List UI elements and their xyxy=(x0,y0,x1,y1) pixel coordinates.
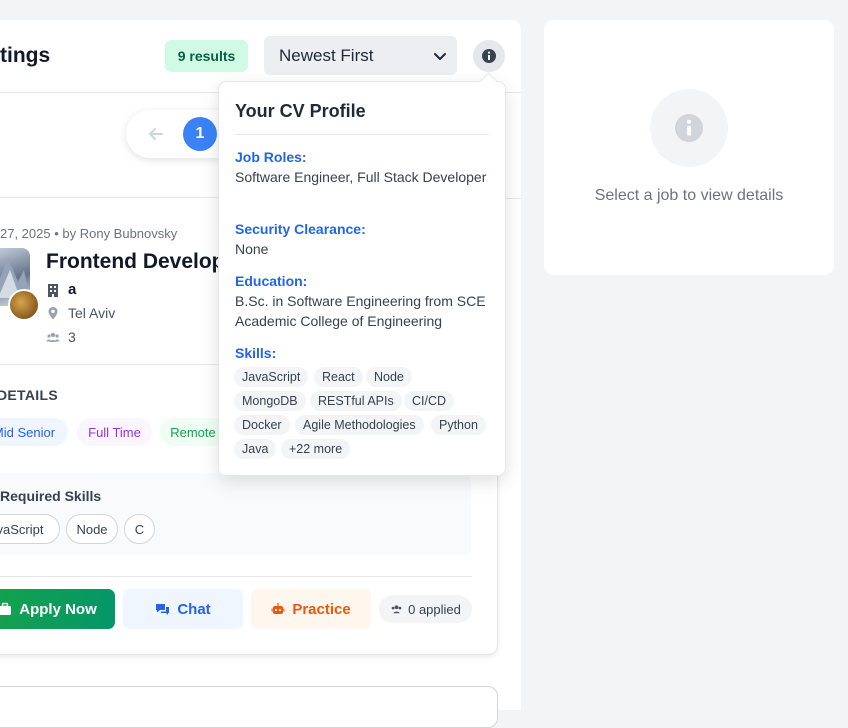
education-value: B.Sc. in Software Engineering from SCE A… xyxy=(235,293,486,329)
empty-state-text: Select a job to view details xyxy=(594,187,784,204)
details-section-label: DETAILS xyxy=(0,387,58,403)
chevron-down-icon xyxy=(434,53,446,60)
skill-chip: MongoDB xyxy=(234,391,306,411)
tag-employment-type: Full Time xyxy=(77,418,152,446)
applicants-row: 3 xyxy=(46,329,76,345)
poster-avatar xyxy=(8,289,40,321)
skill-chip: React xyxy=(314,367,363,387)
cv-profile-divider xyxy=(235,134,489,135)
job-posted-meta: 27, 2025 • by Rony Bubnovsky xyxy=(0,226,178,241)
required-skill-chip: vaScript xyxy=(0,514,60,544)
users-icon xyxy=(391,605,402,614)
skill-chip: Agile Methodologies xyxy=(295,415,424,435)
more-skills-chip[interactable]: +22 more xyxy=(281,439,351,459)
page-button-current[interactable]: 1 xyxy=(183,117,217,151)
job-title[interactable]: Frontend Develop xyxy=(46,250,225,274)
required-skill-chip: C xyxy=(124,514,155,544)
actions-divider xyxy=(0,576,472,577)
sort-selected-value: Newest First xyxy=(279,45,374,65)
practice-label: Practice xyxy=(292,600,351,618)
job-card-next[interactable] xyxy=(0,686,498,728)
job-roles-value: Software Engineer, Full Stack Developer xyxy=(235,169,487,185)
tag-seniority: Mid Senior xyxy=(0,418,68,446)
skill-chip: CI/CD xyxy=(404,391,455,411)
page-title: tings xyxy=(0,44,51,67)
security-clearance-value: None xyxy=(235,241,269,257)
required-skill-chip: Node xyxy=(66,514,118,544)
briefcase-icon xyxy=(0,602,12,615)
results-count-badge: 9 results xyxy=(165,40,248,72)
skill-chip: JavaScript xyxy=(234,367,309,387)
company-row: a xyxy=(46,281,76,298)
job-roles-label: Job Roles: xyxy=(235,149,307,165)
chat-button[interactable]: Chat xyxy=(123,589,243,629)
required-skills-box xyxy=(0,473,471,555)
skill-chip: Java xyxy=(234,439,277,459)
applied-count-label: 0 applied xyxy=(408,601,461,617)
empty-state-circle xyxy=(650,89,728,167)
sort-select[interactable]: Newest First xyxy=(264,36,457,75)
job-location: Tel Aviv xyxy=(68,305,116,321)
skill-chip: Python xyxy=(431,415,486,435)
info-icon xyxy=(674,113,704,143)
location-row: Tel Aviv xyxy=(46,305,115,321)
cv-profile-info-button[interactable] xyxy=(473,40,505,72)
apply-now-button[interactable]: Apply Now xyxy=(0,589,115,629)
tag-work-mode: Remote xyxy=(160,418,226,446)
skills-label: Skills: xyxy=(235,345,277,361)
company-name: a xyxy=(68,281,77,298)
cv-profile-popover: Your CV Profile Job Roles: Software Engi… xyxy=(218,81,506,476)
apply-now-label: Apply Now xyxy=(19,600,97,618)
arrow-left-icon[interactable] xyxy=(148,126,164,142)
practice-button[interactable]: Practice xyxy=(251,589,371,629)
chat-icon xyxy=(156,604,170,615)
users-icon xyxy=(46,332,60,342)
cv-profile-title: Your CV Profile xyxy=(235,101,366,121)
applicant-count: 3 xyxy=(68,329,76,345)
info-icon xyxy=(482,49,496,63)
skill-chip: RESTful APIs xyxy=(310,391,402,411)
applied-count-badge: 0 applied xyxy=(379,595,472,623)
education-label: Education: xyxy=(235,273,308,289)
building-icon xyxy=(48,283,58,297)
skill-chip: Node xyxy=(366,367,412,387)
robot-icon xyxy=(271,603,285,614)
skill-chip: Docker xyxy=(234,415,290,435)
required-skills-label: Required Skills xyxy=(0,488,102,504)
security-clearance-label: Security Clearance: xyxy=(235,221,366,237)
map-pin-icon xyxy=(48,307,58,320)
chat-label: Chat xyxy=(177,600,211,618)
job-details-panel: Select a job to view details xyxy=(544,20,834,275)
